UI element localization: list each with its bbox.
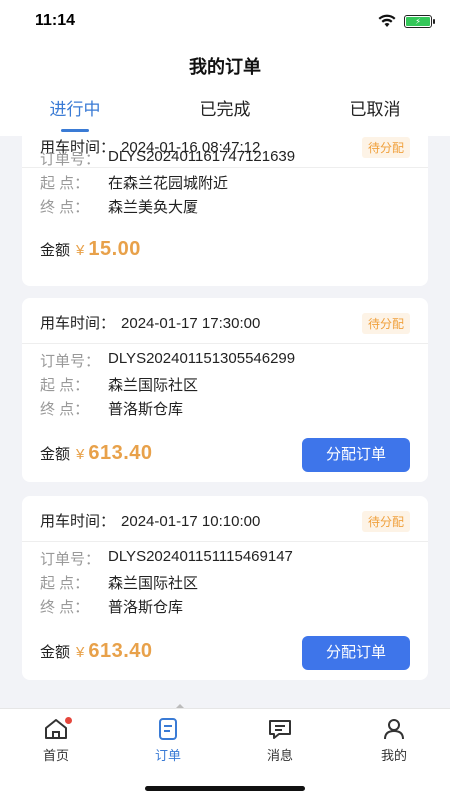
tabbar-item-orders[interactable]: 订单 — [138, 717, 198, 764]
order-card[interactable]: 用车时间： 2024-01-16 08:47:12 待分配 订单号： DLYS202… — [22, 136, 428, 286]
order-card[interactable]: 用车时间： 2024-01-17 10:10:00 待分配 订单号： DLYS202… — [22, 496, 428, 680]
order-number-row: 订单号： DLYS202401151115469147 — [40, 548, 293, 568]
order-list[interactable]: 用车时间： 2024-01-16 08:47:12 待分配 订单号： DLYS202… — [0, 136, 450, 708]
assign-order-button[interactable]: 分配订单 — [302, 636, 410, 670]
message-icon — [269, 720, 291, 739]
start-point-row: 起 点： 森兰国际社区 — [40, 377, 199, 394]
order-card-header: 用车时间： 2024-01-17 10:10:00 待分配 — [22, 496, 428, 542]
start-point-row: 起 点： 森兰国际社区 — [40, 575, 199, 592]
tab-in-progress[interactable]: 进行中 — [0, 86, 150, 136]
status-time: 11:14 — [35, 12, 76, 29]
tabbar-label: 首页 — [42, 748, 69, 763]
tabbar-label: 订单 — [154, 748, 181, 763]
tabbar-item-messages[interactable]: 消息 — [250, 717, 310, 764]
wifi-icon — [378, 14, 396, 27]
order-card-header: 用车时间： 2024-01-17 17:30:00 待分配 — [22, 298, 428, 344]
order-number-row: 订单号： DLYS202401151305546299 — [40, 350, 296, 370]
order-amount: 金额 ¥ 613.40 — [40, 442, 153, 464]
home-indicator[interactable] — [145, 786, 305, 791]
nav-bar: 我的订单 — [0, 44, 450, 86]
scroll-indicator-icon — [176, 704, 184, 708]
order-amount: 金额 ¥ 15.00 — [40, 238, 141, 260]
tab-completed[interactable]: 已完成 — [150, 86, 300, 136]
battery-icon: ⚡ — [404, 14, 435, 28]
tabbar-label: 我的 — [380, 748, 407, 763]
tabbar-item-home[interactable]: 首页 — [26, 717, 86, 764]
status-bar: 11:14 ⚡ — [0, 0, 450, 44]
end-point-row: 终 点： 普洛斯仓库 — [40, 599, 184, 616]
user-icon — [384, 719, 404, 740]
status-badge: 待分配 — [361, 313, 410, 334]
end-point-row: 终 点： 普洛斯仓库 — [40, 401, 184, 418]
start-point-row: 起 点： 在森兰花园城附近 — [40, 175, 229, 192]
tab-cancelled[interactable]: 已取消 — [300, 86, 450, 136]
tabbar-item-profile[interactable]: 我的 — [364, 717, 424, 764]
status-icons: ⚡ — [378, 14, 435, 28]
status-badge: 待分配 — [361, 137, 410, 158]
status-badge: 待分配 — [361, 511, 410, 532]
order-card[interactable]: 用车时间： 2024-01-17 17:30:00 待分配 订单号： DLYS202… — [22, 298, 428, 482]
order-amount: 金额 ¥ 613.40 — [40, 640, 153, 662]
order-number-row: 订单号： DLYS202401161747121639 — [40, 148, 296, 168]
tabbar-label: 消息 — [266, 748, 293, 763]
page-title: 我的订单 — [189, 57, 261, 77]
order-tabs: 进行中 已完成 已取消 — [0, 86, 450, 136]
use-time: 用车时间： 2024-01-17 10:10:00 — [40, 513, 261, 530]
notification-badge — [65, 717, 72, 724]
use-time: 用车时间： 2024-01-17 17:30:00 — [40, 315, 261, 332]
assign-order-button[interactable]: 分配订单 — [302, 438, 410, 472]
order-icon — [159, 718, 177, 740]
end-point-row: 终 点： 森兰美奂大厦 — [40, 199, 199, 216]
